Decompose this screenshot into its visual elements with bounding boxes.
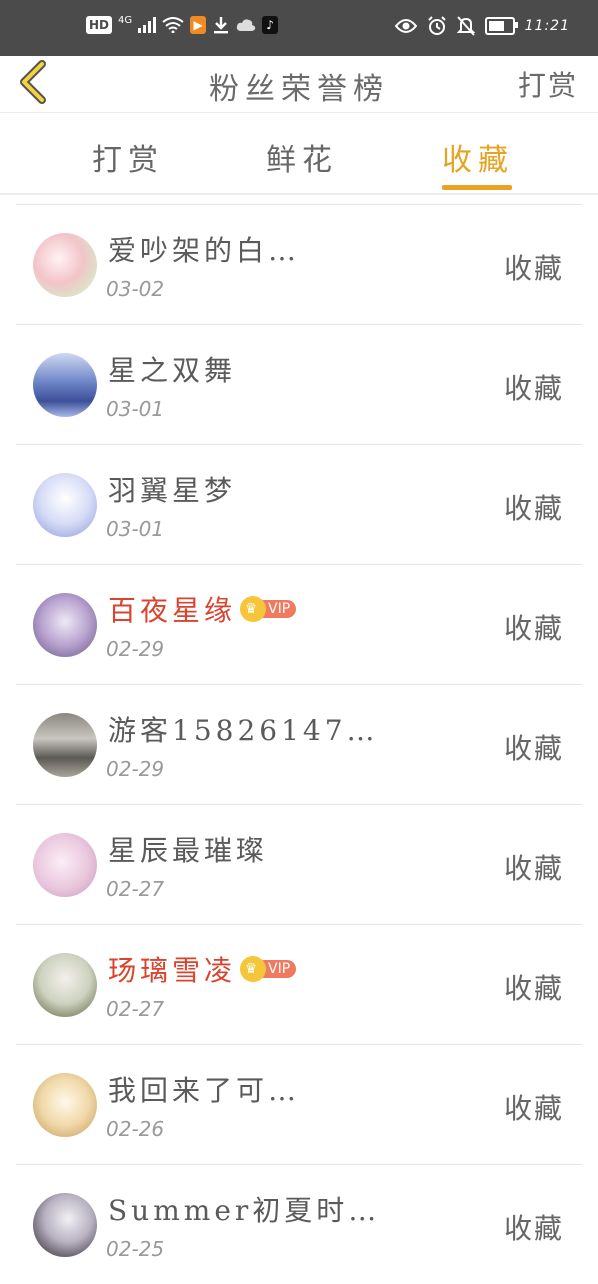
tab-collect[interactable]: 收藏: [442, 135, 514, 179]
tiktok-icon: ♪: [262, 16, 279, 34]
status-left: HD 4G ▶ ♪: [86, 14, 279, 34]
list-item[interactable]: 星辰最璀璨 02-27 收藏: [16, 804, 582, 924]
fan-action: 收藏: [503, 612, 564, 645]
fan-action: 收藏: [503, 1092, 564, 1125]
list-item[interactable]: 我回来了可… 02-26 收藏: [16, 1044, 582, 1164]
fan-name: 羽翼星梦: [108, 474, 237, 507]
fan-name: 星之双舞: [108, 354, 237, 387]
fan-date: 02-29: [106, 757, 165, 781]
list-item[interactable]: Summer初夏时… 02-25 收藏: [16, 1164, 582, 1284]
crown-icon: ♛: [240, 595, 267, 622]
fan-date: 03-01: [106, 517, 165, 541]
fan-name: 游客15826147…: [108, 714, 379, 747]
avatar[interactable]: [33, 353, 97, 417]
crown-icon: ♛: [240, 955, 267, 982]
avatar[interactable]: [33, 233, 97, 297]
alarm-icon: [427, 16, 446, 35]
fan-name: 星辰最璀璨: [108, 834, 269, 867]
avatar[interactable]: [33, 473, 97, 537]
page-title: 粉丝荣誉榜: [209, 72, 389, 107]
fan-action: 收藏: [503, 492, 564, 525]
wifi-icon: [162, 17, 184, 33]
cloud-icon: [236, 19, 256, 31]
fan-name-text: 玚璃雪凌: [108, 954, 237, 987]
fan-action: 收藏: [503, 972, 564, 1005]
network-label: 4G: [118, 14, 133, 26]
fan-date: 03-02: [106, 277, 165, 301]
vip-badge: ♛ VIP: [240, 595, 297, 622]
avatar[interactable]: [33, 593, 97, 657]
tab-bar: 打赏 鲜花 收藏: [0, 113, 598, 195]
signal-icon: [138, 17, 157, 33]
fan-name-text: 百夜星缘: [108, 594, 237, 627]
list-item[interactable]: 羽翼星梦 03-01 收藏: [16, 444, 582, 564]
avatar[interactable]: [33, 1073, 97, 1137]
avatar[interactable]: [33, 713, 97, 777]
fan-name: 百夜星缘 ♛ VIP: [108, 589, 297, 629]
header: 粉丝荣誉榜 打赏: [0, 56, 598, 113]
tab-flowers[interactable]: 鲜花: [266, 135, 338, 179]
fan-date: 02-27: [106, 877, 165, 901]
fan-date: 02-29: [106, 637, 165, 661]
fan-date: 02-26: [106, 1117, 165, 1141]
battery-icon: [484, 17, 518, 35]
fan-date: 02-25: [106, 1237, 165, 1261]
avatar[interactable]: [33, 833, 97, 897]
list-item[interactable]: 爱吵架的白… 03-02 收藏: [16, 204, 582, 324]
list-item[interactable]: 百夜星缘 ♛ VIP 02-29 收藏: [16, 564, 582, 684]
list-item[interactable]: 玚璃雪凌 ♛ VIP 02-27 收藏: [16, 924, 582, 1044]
vip-badge: ♛ VIP: [240, 955, 297, 982]
reward-link[interactable]: 打赏: [518, 64, 578, 104]
fan-date: 02-27: [106, 997, 165, 1021]
hd-icon: HD: [86, 16, 113, 34]
fan-action: 收藏: [503, 372, 564, 405]
tab-reward[interactable]: 打赏: [92, 135, 164, 179]
fan-action: 收藏: [503, 852, 564, 885]
fan-action: 收藏: [503, 252, 564, 285]
list-item[interactable]: 游客15826147… 02-29 收藏: [16, 684, 582, 804]
download-icon: [214, 17, 229, 34]
list-item[interactable]: 星之双舞 03-01 收藏: [16, 324, 582, 444]
fan-list: 爱吵架的白… 03-02 收藏 星之双舞 03-01 收藏 羽翼星梦 03-01…: [16, 204, 582, 1284]
fan-date: 03-01: [106, 397, 165, 421]
eye-icon: [394, 19, 417, 33]
clock: 11:21: [524, 18, 570, 34]
status-right: 11:21: [394, 16, 570, 36]
fan-name: 爱吵架的白…: [108, 234, 301, 267]
avatar[interactable]: [33, 953, 97, 1017]
avatar[interactable]: [33, 1193, 97, 1257]
fan-action: 收藏: [503, 732, 564, 765]
fan-name: Summer初夏时…: [108, 1194, 381, 1227]
fan-name: 玚璃雪凌 ♛ VIP: [108, 949, 297, 989]
video-app-icon: ▶: [190, 16, 207, 34]
status-bar: HD 4G ▶ ♪ 11:21: [0, 0, 598, 56]
fan-action: 收藏: [503, 1212, 564, 1245]
tab-active-indicator: [442, 185, 512, 190]
bell-off-icon: [456, 16, 475, 36]
fan-name: 我回来了可…: [108, 1074, 301, 1107]
